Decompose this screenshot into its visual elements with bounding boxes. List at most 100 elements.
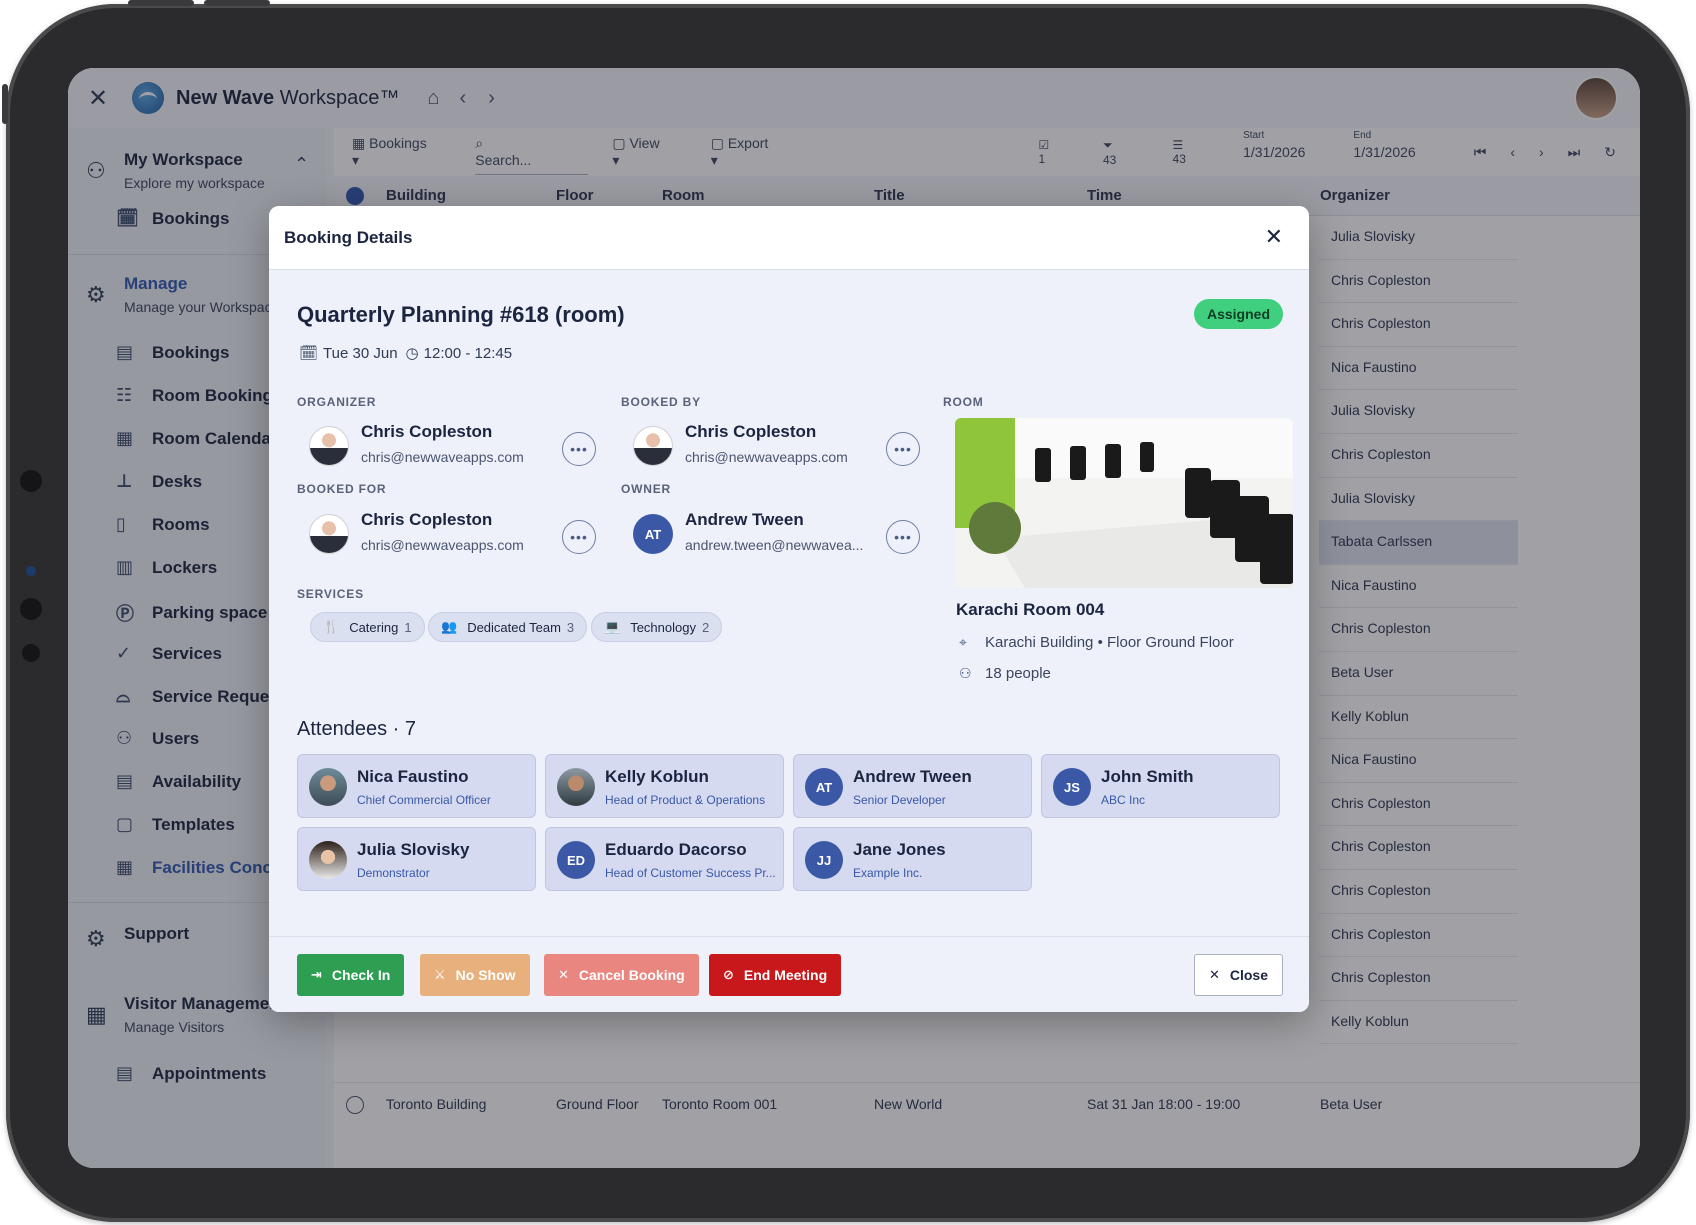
attendee-card[interactable]: Julia Slovisky Demonstrator [297,827,536,891]
no-show-button[interactable]: ⚔ No Show [420,954,530,996]
tablet-sensor [22,644,40,662]
avatar [309,514,349,554]
team-icon: 👥 [441,619,458,634]
tablet-sensor [20,598,42,620]
booking-details-modal: Booking Details ✕ Quarterly Planning #61… [269,206,1309,1012]
tablet-volume-button [204,0,270,6]
modal-footer: ⇥ Check In ⚔ No Show ✕ Cancel Booking ⊘ End … [269,936,1309,1012]
person-email: chris@newwaveapps.com [685,449,848,465]
booked-for-label: BOOKED FOR [297,482,387,496]
close-button[interactable]: ✕ Close [1193,954,1283,996]
room-photo-illustration [955,418,1293,588]
avatar [309,768,347,806]
organizer-person: Chris Copleston chris@newwaveapps.com ••… [297,422,597,474]
more-options-icon[interactable]: ••• [562,432,596,466]
no-person-icon: ⚔ [434,967,446,982]
avatar: JJ [805,841,843,879]
person-name: Chris Copleston [685,422,817,441]
attendee-name: Julia Slovisky [357,840,470,859]
tablet-light-sensor [26,566,36,576]
tablet-volume-button [128,0,194,6]
avatar: ED [557,841,595,879]
chip-count: 1 [404,619,412,635]
room-capacity: ⚇ 18 people [959,665,1051,682]
booked-by-label: BOOKED BY [621,395,701,409]
avatar [309,841,347,879]
person-email: chris@newwaveapps.com [361,449,524,465]
cancel-booking-button[interactable]: ✕ Cancel Booking [544,954,699,996]
service-chip-dedicated-team[interactable]: 👥 Dedicated Team 3 [428,612,588,642]
attendee-role: Senior Developer [853,793,946,807]
x-icon: ✕ [1208,967,1220,982]
services-label: SERVICES [297,587,364,601]
attendee-name: Andrew Tween [853,767,972,786]
person-email: chris@newwaveapps.com [361,537,524,553]
app-screen: ✕ New Wave Workspace™ ⌂ ‹ › ⚇ My Workspa… [68,68,1640,1168]
avatar [309,426,349,466]
booking-date: Tue 30 Jun [323,344,398,362]
attendee-role: ABC Inc [1101,793,1146,807]
status-badge: Assigned [1193,299,1283,329]
service-chip-technology[interactable]: 💻 Technology 2 [591,612,723,642]
booking-title: Quarterly Planning #618 (room) [297,302,625,327]
close-icon[interactable]: ✕ [1265,224,1283,250]
booked-by-person: Chris Copleston chris@newwaveapps.com ••… [621,422,921,474]
check-in-button[interactable]: ⇥ Check In [297,954,405,996]
modal-header: Booking Details ✕ [269,206,1309,270]
attendee-card[interactable]: Kelly Koblun Head of Product & Operations [545,754,784,818]
room-location: ⌖ Karachi Building • Floor Ground Floor [959,634,1234,651]
attendee-card[interactable]: Nica Faustino Chief Commercial Officer [297,754,536,818]
laptop-icon: 💻 [604,619,621,634]
location-pin-icon: ⌖ [959,634,967,650]
more-options-icon[interactable]: ••• [562,520,596,554]
attendee-role: Example Inc. [853,866,923,880]
attendee-role: Head of Product & Operations [605,793,766,807]
attendee-role: Head of Customer Success Pr... [605,866,776,880]
booking-datetime: 🗓 Tue 30 Jun ◷ 12:00 - 12:45 [299,344,513,363]
attendee-card[interactable]: ED Eduardo Dacorso Head of Customer Succes… [545,827,784,891]
person-name: Andrew Tween [685,510,804,529]
more-options-icon[interactable]: ••• [886,520,920,554]
clock-icon: ◷ [405,345,419,362]
room-name: Karachi Room 004 [956,600,1105,619]
attendee-name: John Smith [1101,767,1194,786]
service-chip-catering[interactable]: 🍴 Catering 1 [310,612,425,642]
booking-time: 12:00 - 12:45 [423,344,513,362]
avatar: AT [805,768,843,806]
person-email: andrew.tween@newwavea... [685,537,864,553]
booked-for-person: Chris Copleston chris@newwaveapps.com ••… [297,510,597,562]
person-name: Chris Copleston [361,510,493,529]
people-icon: ⚇ [959,665,972,681]
owner-person: AT Andrew Tween andrew.tween@newwavea...… [621,510,921,562]
chip-count: 2 [701,619,710,635]
room-label: ROOM [943,395,984,409]
attendee-card[interactable]: AT Andrew Tween Senior Developer [793,754,1032,818]
attendee-role: Demonstrator [357,866,430,880]
attendees-title: Attendees · 7 [297,718,416,740]
attendee-name: Jane Jones [853,840,946,859]
x-icon: ✕ [558,967,569,982]
chip-count: 3 [566,619,575,635]
chip-label: Technology [630,619,696,635]
attendee-role: Chief Commercial Officer [357,793,491,807]
sign-in-icon: ⇥ [311,967,322,982]
tablet-power-button [2,84,8,124]
end-meeting-button[interactable]: ⊘ End Meeting [709,954,842,996]
cutlery-icon: 🍴 [323,619,340,634]
attendee-card[interactable]: JS John Smith ABC Inc [1041,754,1280,818]
owner-label: OWNER [621,482,671,496]
organizer-label: ORGANIZER [297,395,377,409]
modal-title: Booking Details [284,228,413,247]
avatar: AT [633,514,673,554]
room-location-text: Karachi Building • Floor Ground Floor [985,634,1234,651]
more-options-icon[interactable]: ••• [886,432,920,466]
chip-label: Dedicated Team [467,619,561,635]
room-photo [955,418,1293,588]
attendee-name: Eduardo Dacorso [605,840,747,859]
attendee-name: Kelly Koblun [605,767,709,786]
attendee-card[interactable]: JJ Jane Jones Example Inc. [793,827,1032,891]
ban-icon: ⊘ [723,967,734,982]
tablet-frame: ✕ New Wave Workspace™ ⌂ ‹ › ⚇ My Workspa… [2,0,1690,1222]
person-name: Chris Copleston [361,422,493,441]
avatar: JS [1053,768,1091,806]
